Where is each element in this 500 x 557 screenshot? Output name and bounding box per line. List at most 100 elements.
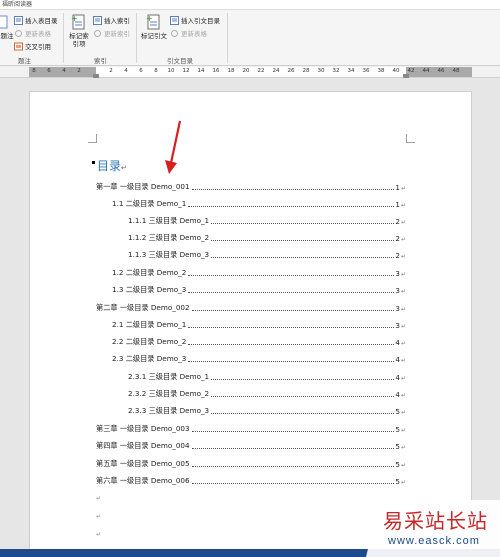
toc-entry-text: 第二章 一级目录 Demo_002 (96, 303, 190, 312)
toc-entry[interactable]: 第五章 一级目录 Demo_005 5 ↵ (96, 458, 406, 469)
mark-citation-icon: + (146, 14, 160, 30)
toc-page-number: 3 (395, 304, 400, 313)
toc-dot-leader (211, 223, 395, 224)
update-index-button[interactable]: 更新索引 (93, 27, 130, 39)
update-table-button[interactable]: 更新表格 (14, 27, 51, 39)
toc-dot-leader (191, 431, 395, 432)
update-table-authorities-button[interactable]: 更新表格 (170, 27, 207, 39)
toc-entry[interactable]: 2.3 二级目录 Demo_3 4 ↵ (112, 353, 406, 364)
toc-entry[interactable]: 第六章 一级目录 Demo_006 5 ↵ (96, 475, 406, 486)
refresh-icon (171, 29, 178, 37)
mark-citation-label: 标记引文 (141, 32, 167, 40)
toc-entry[interactable]: 第四章 一级目录 Demo_004 5 ↵ (96, 440, 406, 451)
margin-corner-top-right (406, 134, 415, 143)
empty-paragraph-mark: ↵ (96, 531, 102, 538)
paragraph-mark: ↵ (400, 357, 406, 364)
toc-page-number: 1 (395, 183, 400, 192)
mark-entry-button[interactable]: + 标记索引项 (65, 13, 93, 51)
toc-dot-leader (188, 361, 395, 362)
index-group-label: 索引 (94, 57, 107, 65)
toc-dot-leader (191, 448, 395, 449)
paragraph-mark: ↵ (400, 392, 406, 399)
toc-entry[interactable]: 2.3.2 三级目录 Demo_2 4 ↵ (128, 388, 406, 399)
toc-entry[interactable]: 第一章 一级目录 Demo_001 1 ↵ (96, 181, 406, 192)
toc-entry[interactable]: 1.1.1 三级目录 Demo_1 2 ↵ (128, 215, 406, 226)
toc-dot-leader (188, 275, 395, 276)
ruler-tick-label: 2 (77, 68, 81, 74)
toc-dot-leader (188, 206, 395, 207)
toc-dot-leader (191, 466, 395, 467)
paragraph-mark: ↵ (400, 271, 406, 278)
paragraph-mark: ↵ (121, 164, 127, 172)
update-index-label: 更新索引 (104, 30, 130, 38)
toc-title-text: 目录 (97, 159, 122, 173)
ruler-tick-label: 28 (302, 68, 310, 74)
toc-dot-leader (211, 413, 395, 414)
toc-entry-text: 第四章 一级目录 Demo_004 (96, 441, 190, 450)
toc-dot-leader (211, 257, 395, 258)
toc-entry-text: 1.3 二级目录 Demo_3 (112, 285, 187, 294)
toc-page-number: 2 (395, 251, 400, 260)
toc-entry[interactable]: 第二章 一级目录 Demo_002 3 ↵ (96, 302, 406, 313)
paragraph-mark: ↵ (400, 219, 406, 226)
ruler-tick-label: 6 (139, 68, 143, 74)
group-separator (136, 13, 137, 63)
insert-table-of-figures-label: 插入表目录 (25, 17, 58, 25)
paragraph-mark: ↵ (400, 253, 406, 260)
toc-entry[interactable]: 2.3.1 三级目录 Demo_1 4 ↵ (128, 371, 406, 382)
insert-table-of-authorities-button[interactable]: 插入引文目录 (170, 14, 220, 26)
refresh-icon (15, 29, 22, 37)
tab-strip: 福昕阅读器 (0, 0, 500, 10)
toc-entry-text: 2.2 二级目录 Demo_2 (112, 337, 187, 346)
insert-index-button[interactable]: 插入索引 (93, 14, 130, 26)
document-page[interactable]: 目录↵ 第一章 一级目录 Demo_001 1 ↵ 1.1 二级目录 Demo_1 1 ↵… (29, 91, 472, 557)
insert-table-of-figures-button[interactable]: 插入表目录 (14, 14, 58, 26)
toc-entry-text: 1.2 二级目录 Demo_2 (112, 268, 187, 277)
insert-caption-label: 题注 (0, 32, 14, 40)
toc-dot-leader (211, 240, 395, 241)
paragraph-mark: ↵ (400, 288, 406, 295)
insert-index-label: 插入索引 (104, 17, 130, 25)
toc-entry[interactable]: 1.1.2 三级目录 Demo_2 2 ↵ (128, 232, 406, 243)
tab-foxit-reader[interactable]: 福昕阅读器 (2, 0, 32, 9)
watermark-url: www.easck.com (388, 535, 480, 547)
paragraph-bullet (92, 161, 95, 164)
ruler-tick-label: 34 (347, 68, 355, 74)
toc-dot-leader (191, 483, 395, 484)
toc-entry[interactable]: 2.3.3 三级目录 Demo_3 5 ↵ (128, 405, 406, 416)
ruler-tick-label: 46 (437, 68, 445, 74)
ruler-tick-label: 4 (124, 68, 128, 74)
paragraph-mark: ↵ (400, 306, 406, 313)
toc-entry[interactable]: 1.1 二级目录 Demo_1 1 ↵ (112, 198, 406, 209)
toc-page-number: 4 (395, 355, 400, 364)
toc-entry[interactable]: 2.2 二级目录 Demo_2 4 ↵ (112, 336, 406, 347)
toc-entry[interactable]: 1.1.3 三级目录 Demo_3 2 ↵ (128, 249, 406, 260)
right-indent-marker[interactable] (403, 74, 409, 78)
mark-citation-button[interactable]: + 标记引文 (139, 13, 169, 51)
toc-page-number: 3 (395, 269, 400, 278)
cross-reference-icon (14, 42, 23, 50)
toc-title[interactable]: 目录↵ (97, 157, 127, 174)
toc-dot-leader (191, 189, 395, 190)
toc-entry[interactable]: 1.3 二级目录 Demo_3 3 ↵ (112, 284, 406, 295)
toc-entry[interactable]: 第三章 一级目录 Demo_003 5 ↵ (96, 423, 406, 434)
toc-entry[interactable]: 1.2 二级目录 Demo_2 3 ↵ (112, 267, 406, 278)
toc-dot-leader (191, 310, 395, 311)
cross-reference-button[interactable]: 交叉引用 (14, 40, 51, 52)
caption-group-label: 题注 (18, 57, 31, 65)
toc-page-number: 5 (395, 442, 400, 451)
left-indent-marker[interactable] (93, 74, 99, 78)
toc-dot-leader (188, 292, 395, 293)
toc-entry-text: 2.3.3 三级目录 Demo_3 (128, 406, 210, 415)
toc-page-number: 4 (395, 338, 400, 347)
ruler-tick-label: 44 (422, 68, 430, 74)
ruler-tick-label: 6 (47, 68, 51, 74)
toc-entry-text: 第五章 一级目录 Demo_005 (96, 459, 190, 468)
toc-page-number: 5 (395, 425, 400, 434)
toc-entry[interactable]: 2.1 二级目录 Demo_1 3 ↵ (112, 319, 406, 330)
paragraph-mark: ↵ (400, 427, 406, 434)
toc-entry-text: 2.3 二级目录 Demo_3 (112, 354, 187, 363)
paragraph-mark: ↵ (400, 479, 406, 486)
toc-entry-text: 2.1 二级目录 Demo_1 (112, 320, 187, 329)
horizontal-ruler[interactable]: 8 6 4 2 2 4 6 8 10 12 14 16 18 20 22 24 26 28 30 32 34 36 38 40… (0, 66, 500, 78)
